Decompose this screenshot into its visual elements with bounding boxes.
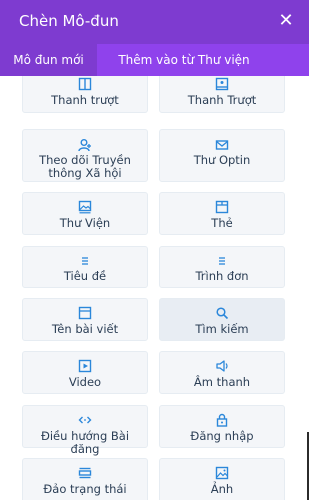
- module-tile-video[interactable]: Video: [22, 351, 148, 394]
- scrollbar[interactable]: [307, 432, 309, 500]
- module-tile-gallery[interactable]: Thư Viện: [22, 192, 148, 235]
- tab-add-from-library[interactable]: Thêm vào từ Thư viện: [97, 44, 271, 76]
- module-grid[interactable]: Thanh trượt Thanh Trượt Theo dõi Truyền …: [0, 76, 309, 500]
- module-tile-menu[interactable]: Trình đơn: [159, 246, 285, 288]
- module-tile-tabs[interactable]: Thẻ: [159, 192, 285, 235]
- module-tile-social-follow[interactable]: Theo dõi Truyền thông Xã hội: [22, 129, 148, 182]
- search-icon: [215, 306, 229, 320]
- module-tile-image[interactable]: Ảnh: [159, 458, 285, 500]
- module-tile-audio[interactable]: Âm thanh: [159, 351, 285, 394]
- module-label: Điều hướng Bài đăng: [40, 429, 130, 456]
- module-label: Trình đơn: [195, 269, 249, 283]
- module-label: Ảnh: [210, 482, 234, 496]
- module-tile-title[interactable]: Tiêu đề: [22, 246, 148, 288]
- menu-icon: [215, 254, 229, 268]
- module-label: Thanh trượt: [51, 93, 119, 107]
- login-icon: [215, 413, 229, 427]
- slider-icon: [215, 77, 229, 91]
- module-tile-email-optin[interactable]: Thư Optin: [159, 129, 285, 182]
- close-button[interactable]: ✕: [275, 10, 297, 32]
- close-icon: ✕: [278, 10, 294, 31]
- dialog-title: Chèn Mô-đun: [19, 12, 119, 30]
- tab-new-module[interactable]: Mô đun mới: [0, 44, 97, 76]
- post-navigation-icon: [78, 413, 92, 427]
- email-icon: [215, 138, 229, 152]
- title-icon: [78, 254, 92, 268]
- module-label: Tìm kiếm: [195, 322, 249, 336]
- video-icon: [78, 359, 92, 373]
- module-label: Tiêu đề: [63, 269, 107, 283]
- module-tile-post-title[interactable]: Tên bài viết: [22, 298, 148, 341]
- image-icon: [215, 466, 229, 480]
- module-tile-slider[interactable]: Thanh trượt: [22, 76, 148, 113]
- module-tile-toggle[interactable]: Đảo trạng thái: [22, 458, 148, 500]
- module-label: Thư Optin: [193, 153, 251, 167]
- module-label: Đăng nhập: [190, 429, 254, 443]
- post-title-icon: [78, 306, 92, 320]
- tab-bar: Mô đun mới Thêm vào từ Thư viện: [0, 44, 309, 76]
- module-tile-search[interactable]: Tìm kiếm: [159, 298, 285, 341]
- module-label: Theo dõi Truyền thông Xã hội: [39, 153, 131, 180]
- dialog-header: Chèn Mô-đun ✕: [0, 0, 309, 44]
- gallery-icon: [78, 200, 92, 214]
- toggle-icon: [78, 466, 92, 480]
- social-follow-icon: [78, 138, 92, 152]
- module-label: Thẻ: [211, 216, 233, 230]
- module-tile-login[interactable]: Đăng nhập: [159, 405, 285, 448]
- module-label: Video: [68, 375, 102, 389]
- module-label: Âm thanh: [193, 375, 251, 389]
- module-label: Tên bài viết: [51, 322, 119, 336]
- slider-icon: [78, 77, 92, 91]
- module-label: Đảo trạng thái: [43, 482, 127, 496]
- tabs-icon: [215, 200, 229, 214]
- module-tile-post-navigation[interactable]: Điều hướng Bài đăng: [22, 405, 148, 456]
- audio-icon: [215, 359, 229, 373]
- module-label: Thư Viện: [59, 216, 111, 230]
- module-label: Thanh Trượt: [187, 93, 257, 107]
- module-tile-fullwidth-slider[interactable]: Thanh Trượt: [159, 76, 285, 113]
